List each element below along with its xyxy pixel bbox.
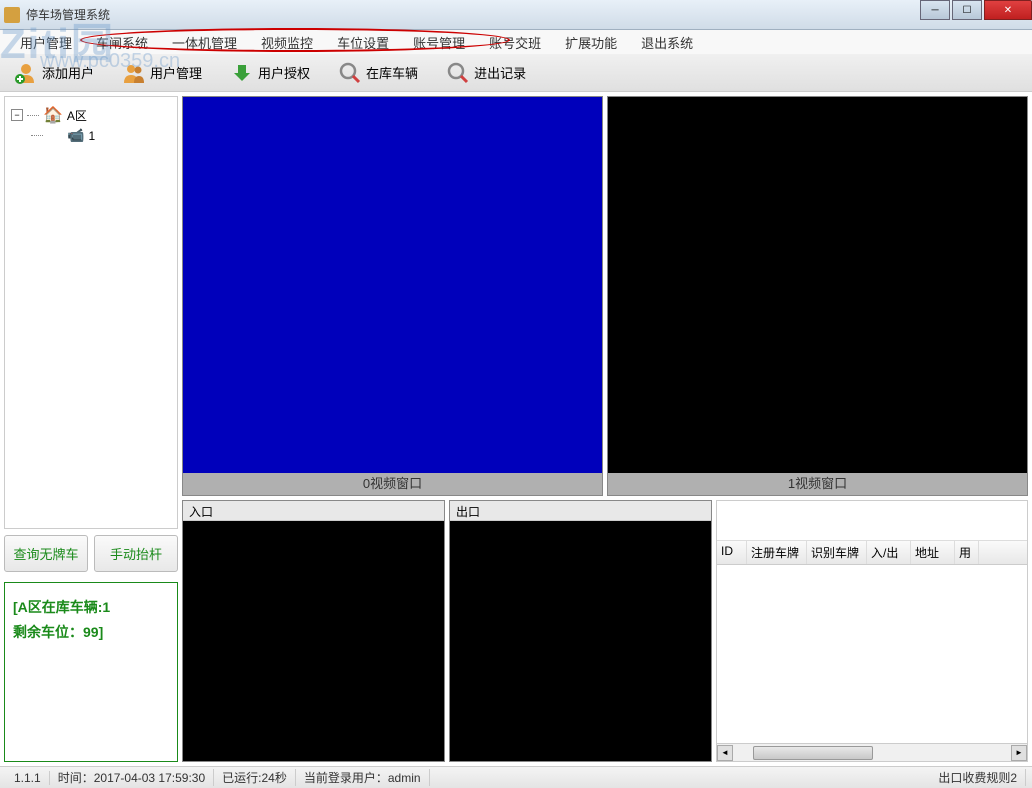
- video-label-1: 1视频窗口: [608, 473, 1027, 495]
- video-screen-1[interactable]: [608, 97, 1027, 473]
- scroll-left-arrow[interactable]: ◄: [717, 745, 733, 761]
- scroll-right-arrow[interactable]: ►: [1011, 745, 1027, 761]
- menubar: 用户管理 车闸系统 一体机管理 视频监控 车位设置 账号管理 账号交班 扩展功能…: [0, 30, 1032, 54]
- col-addr[interactable]: 地址: [911, 541, 955, 564]
- status-runtime: 已运行:24秒: [214, 769, 296, 786]
- menu-account-mgmt[interactable]: 账号管理: [401, 31, 477, 54]
- tree-line-2: [31, 135, 43, 136]
- menu-user-mgmt[interactable]: 用户管理: [8, 31, 84, 54]
- tree-child-label: 1: [88, 129, 95, 143]
- tree-panel: − 🏠 A区 📹 1: [4, 96, 178, 529]
- info-panel: [A区在库车辆:1 剩余车位：99]: [4, 582, 178, 762]
- exit-panel: 出口: [449, 500, 712, 762]
- user-auth-label: 用户授权: [258, 63, 310, 82]
- inout-log-button[interactable]: 进出记录: [440, 59, 532, 87]
- video-panel-1: 1视频窗口: [607, 96, 1028, 496]
- menu-video-monitor[interactable]: 视频监控: [249, 31, 325, 54]
- tree-line: [27, 115, 39, 116]
- video-row-top: 0视频窗口 1视频窗口: [182, 96, 1028, 496]
- video-screen-0[interactable]: [183, 97, 602, 473]
- video-panel-0: 0视频窗口: [182, 96, 603, 496]
- table-panel: ID 注册车牌 识别车牌 入/出 地址 用 ◄ ►: [716, 500, 1028, 762]
- titlebar: 停车场管理系统 ─ ☐ ✕: [0, 0, 1032, 30]
- video-label-0: 0视频窗口: [183, 473, 602, 495]
- query-noplate-button[interactable]: 查询无牌车: [4, 535, 88, 572]
- user-mgmt-icon: [122, 61, 146, 85]
- exit-header: 出口: [450, 501, 711, 521]
- exit-video[interactable]: [450, 521, 711, 761]
- table-header: ID 注册车牌 识别车牌 入/出 地址 用: [717, 541, 1027, 565]
- entry-video[interactable]: [183, 521, 444, 761]
- table-top-spacer: [717, 501, 1027, 541]
- scroll-track[interactable]: [733, 745, 1011, 761]
- table-body[interactable]: [717, 565, 1027, 743]
- content-area: − 🏠 A区 📹 1 查询无牌车 手动抬杆 [A区在库车辆:1 剩余车位：99]: [0, 92, 1032, 766]
- window-title: 停车场管理系统: [26, 6, 110, 23]
- menu-gate-system[interactable]: 车闸系统: [84, 31, 160, 54]
- minimize-button[interactable]: ─: [920, 0, 950, 20]
- app-icon: [4, 7, 20, 23]
- add-user-icon: [14, 61, 38, 85]
- status-rule: 出口收费规则2: [930, 769, 1026, 786]
- bottom-row: 入口 出口 ID 注册车牌 识别车牌 入/出 地址 用: [182, 500, 1028, 762]
- toolbar: 添加用户 用户管理 用户授权 在库车辆 进出记录: [0, 54, 1032, 92]
- menu-extensions[interactable]: 扩展功能: [553, 31, 629, 54]
- status-version: 1.1.1: [6, 771, 50, 785]
- manual-lift-button[interactable]: 手动抬杆: [94, 535, 178, 572]
- inout-log-label: 进出记录: [474, 63, 526, 82]
- info-vehicles: [A区在库车辆:1: [13, 595, 169, 620]
- camera-icon: 📹: [67, 127, 84, 144]
- entry-header: 入口: [183, 501, 444, 521]
- in-garage-button[interactable]: 在库车辆: [332, 59, 424, 87]
- user-mgmt-button[interactable]: 用户管理: [116, 59, 208, 87]
- tree-root-label: A区: [67, 107, 87, 124]
- scroll-thumb[interactable]: [753, 746, 873, 760]
- search-icon: [338, 61, 362, 85]
- in-garage-label: 在库车辆: [366, 63, 418, 82]
- info-remaining: 剩余车位：99]: [13, 620, 169, 645]
- home-icon: 🏠: [43, 105, 63, 125]
- close-button[interactable]: ✕: [984, 0, 1032, 20]
- entry-panel: 入口: [182, 500, 445, 762]
- col-use[interactable]: 用: [955, 541, 979, 564]
- user-mgmt-label: 用户管理: [150, 63, 202, 82]
- statusbar: 1.1.1 时间：2017-04-03 17:59:30 已运行:24秒 当前登…: [0, 766, 1032, 788]
- menu-machine-mgmt[interactable]: 一体机管理: [160, 31, 249, 54]
- expand-icon[interactable]: −: [11, 109, 23, 121]
- tree-child-node[interactable]: 📹 1: [11, 127, 171, 144]
- user-auth-button[interactable]: 用户授权: [224, 59, 316, 87]
- add-user-button[interactable]: 添加用户: [8, 59, 100, 87]
- menu-exit[interactable]: 退出系统: [629, 31, 705, 54]
- status-time: 时间：2017-04-03 17:59:30: [50, 769, 214, 786]
- down-arrow-icon: [230, 61, 254, 85]
- status-user: 当前登录用户：admin: [296, 769, 430, 786]
- col-rec-plate[interactable]: 识别车牌: [807, 541, 867, 564]
- add-user-label: 添加用户: [42, 63, 94, 82]
- search-icon-2: [446, 61, 470, 85]
- tree-root-node[interactable]: − 🏠 A区: [11, 103, 171, 127]
- menu-parking-settings[interactable]: 车位设置: [325, 31, 401, 54]
- col-reg-plate[interactable]: 注册车牌: [747, 541, 807, 564]
- maximize-button[interactable]: ☐: [952, 0, 982, 20]
- menu-shift-change[interactable]: 账号交班: [477, 31, 553, 54]
- main-area: 0视频窗口 1视频窗口 入口 出口: [182, 92, 1032, 766]
- horizontal-scrollbar[interactable]: ◄ ►: [717, 743, 1027, 761]
- sidebar: − 🏠 A区 📹 1 查询无牌车 手动抬杆 [A区在库车辆:1 剩余车位：99]: [0, 92, 182, 766]
- col-id[interactable]: ID: [717, 541, 747, 564]
- col-inout[interactable]: 入/出: [867, 541, 911, 564]
